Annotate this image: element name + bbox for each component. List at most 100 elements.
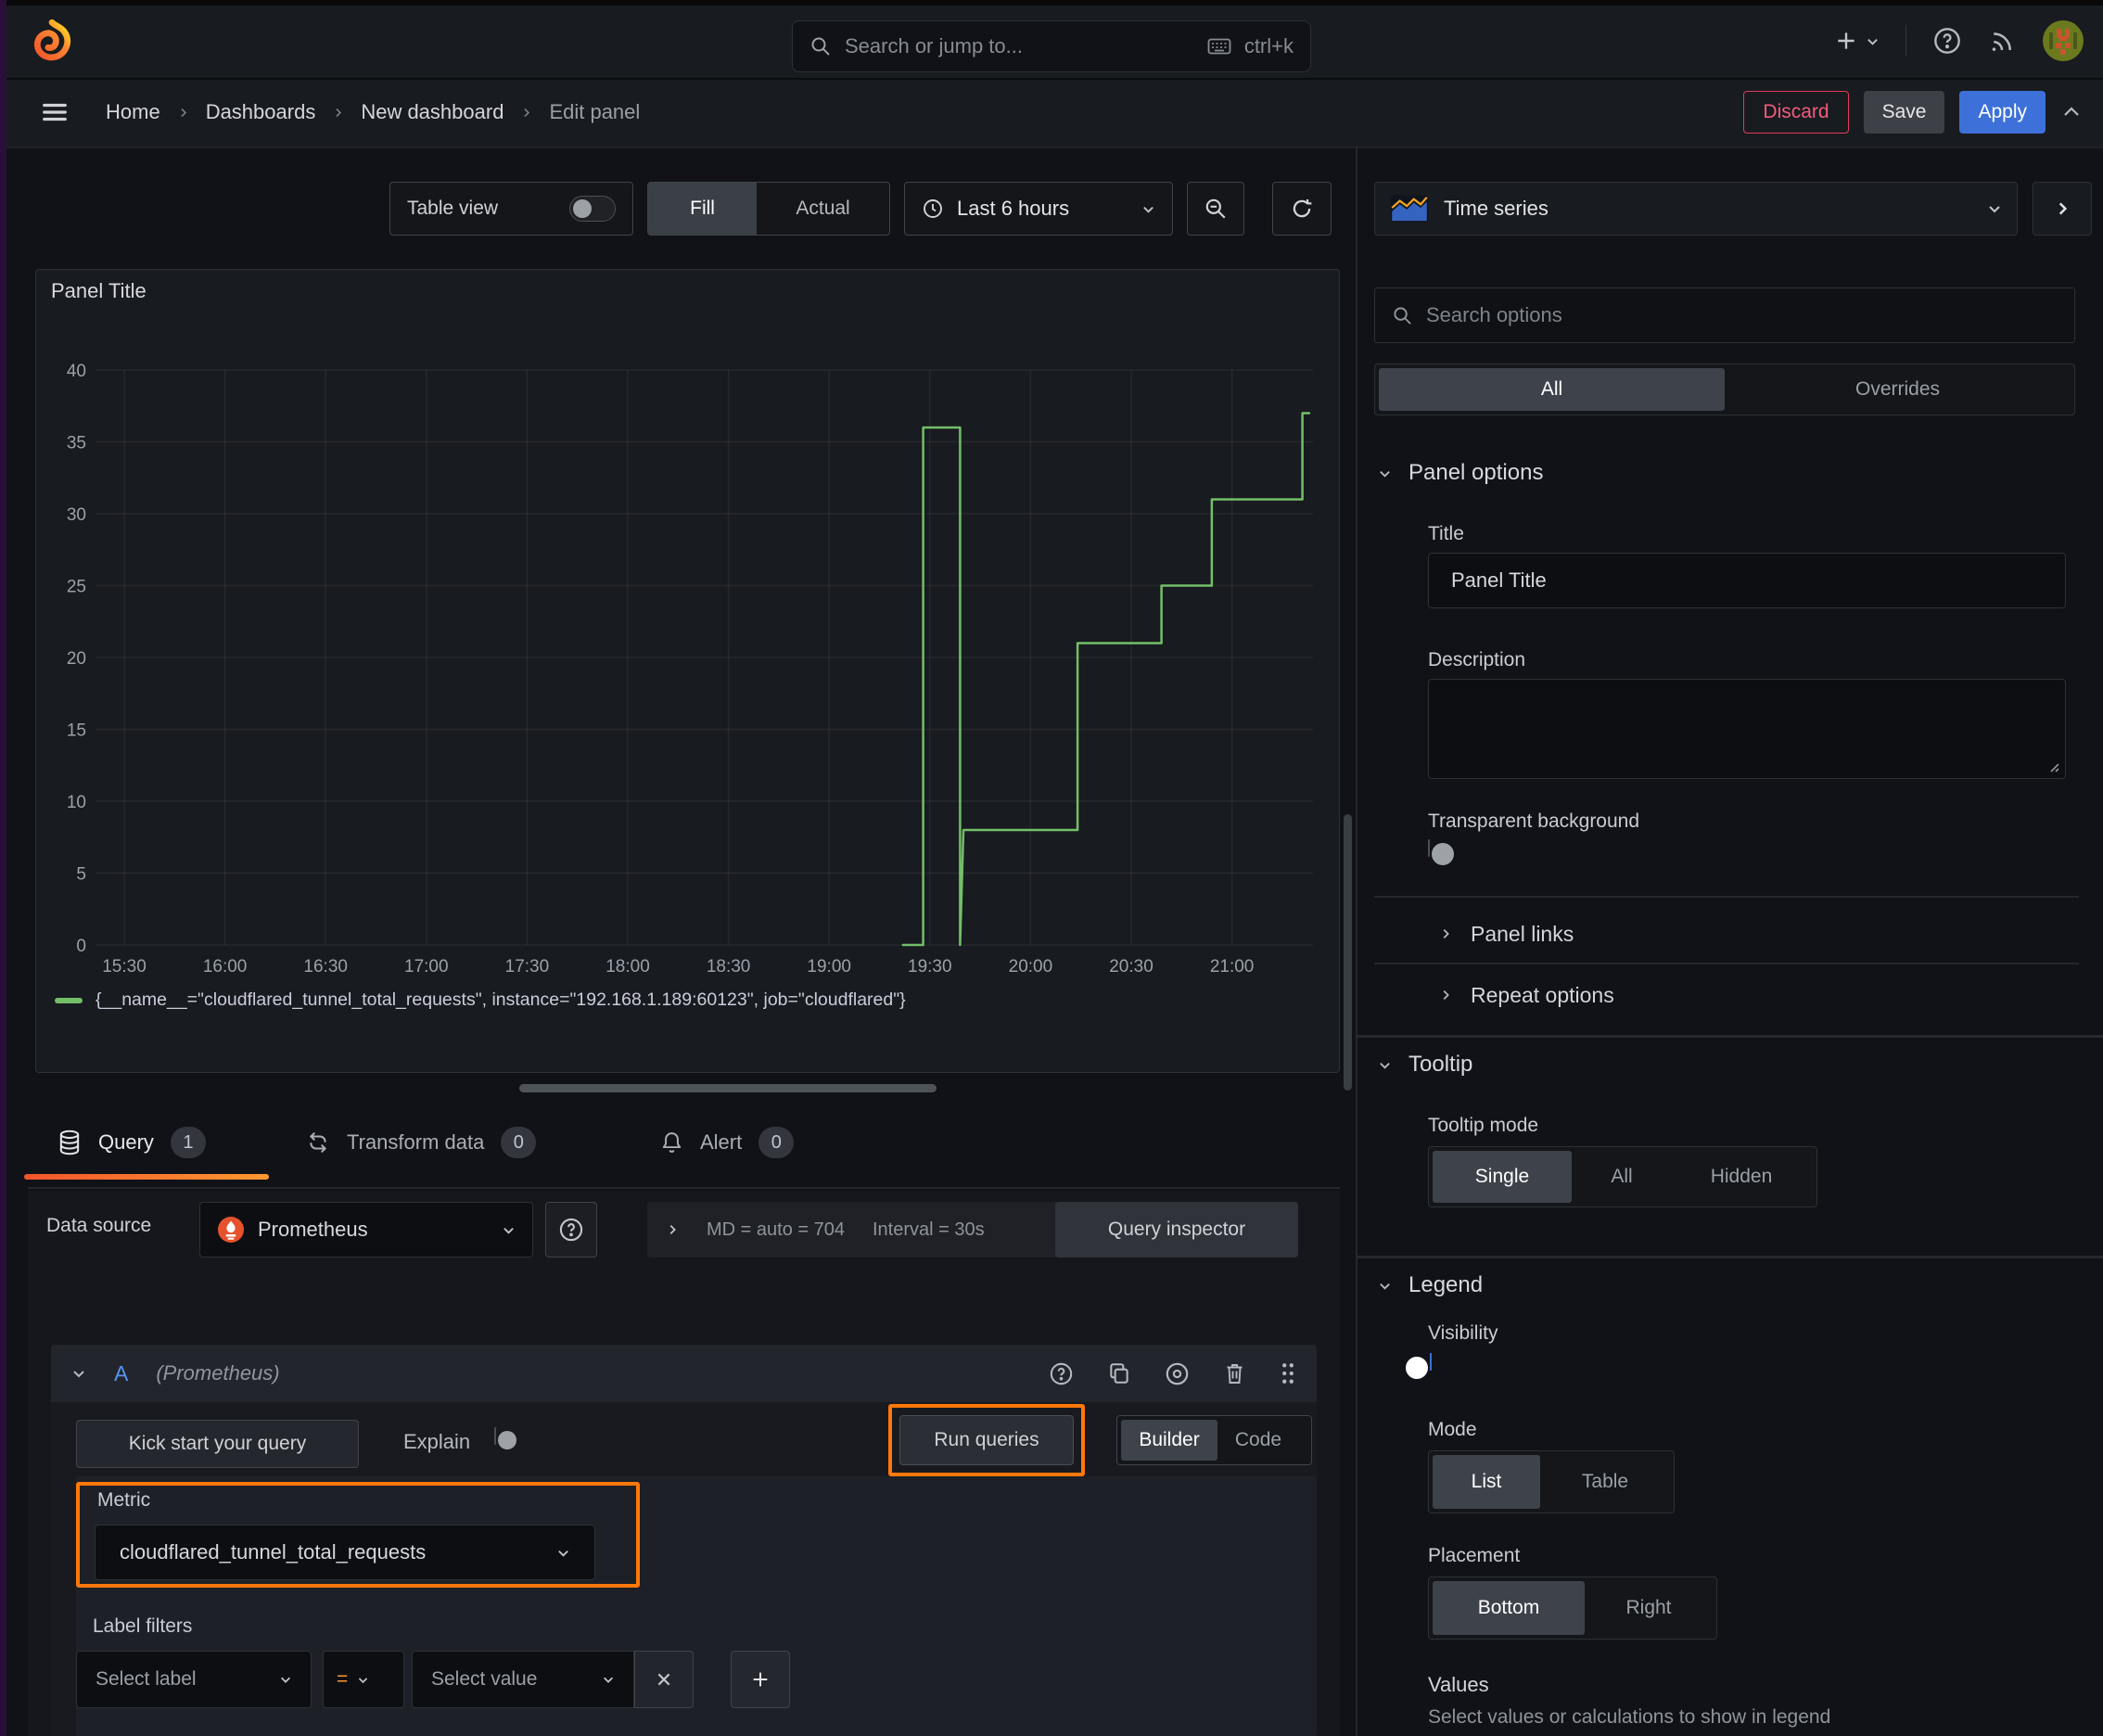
metric-label: Metric	[97, 1489, 151, 1511]
legend-mode-list[interactable]: List	[1433, 1455, 1540, 1509]
promql-builder: Metric cloudflared_tunnel_total_requests…	[76, 1476, 1317, 1736]
options-search-input[interactable]: Search options	[1374, 287, 2075, 343]
repeat-options-section[interactable]: Repeat options	[1439, 977, 1614, 1013]
table-view-toggle[interactable]	[569, 196, 616, 222]
grafana-logo-icon[interactable]	[28, 17, 74, 65]
search-icon	[809, 35, 832, 57]
run-queries-button[interactable]: Run queries	[899, 1415, 1074, 1465]
discard-button[interactable]: Discard	[1743, 91, 1849, 134]
legend-heading: Legend	[1408, 1272, 1484, 1297]
legend-placement-bottom[interactable]: Bottom	[1433, 1581, 1585, 1635]
select-value-dropdown[interactable]: Select value	[412, 1651, 634, 1708]
tab-transform-data[interactable]: Transform data 0	[306, 1120, 537, 1165]
chevron-down-icon	[1987, 201, 2002, 216]
query-ref-hint: (Prometheus)	[156, 1361, 280, 1385]
fill-option[interactable]: Fill	[648, 183, 758, 235]
datasource-picker[interactable]: Prometheus	[199, 1202, 533, 1257]
tooltip-mode-label: Tooltip mode	[1428, 1115, 1539, 1136]
news-rss-icon[interactable]	[1988, 27, 2016, 55]
metric-select[interactable]: cloudflared_tunnel_total_requests	[95, 1525, 595, 1580]
builder-option[interactable]: Builder	[1121, 1420, 1217, 1461]
chevron-down-icon[interactable]	[71, 1366, 86, 1381]
add-filter-button[interactable]	[731, 1651, 790, 1708]
collapse-chevron-up-icon[interactable]	[2060, 101, 2083, 123]
panel-options-header[interactable]: Panel options	[1378, 460, 1543, 486]
tooltip-mode-hidden[interactable]: Hidden	[1672, 1151, 1811, 1203]
kick-start-query-button[interactable]: Kick start your query	[76, 1420, 359, 1468]
transparent-background-toggle[interactable]	[1428, 839, 1454, 865]
svg-text:16:30: 16:30	[303, 957, 348, 976]
chevron-down-icon	[502, 1223, 516, 1237]
refresh-button[interactable]	[1272, 182, 1332, 236]
chart-legend[interactable]: {__name__="cloudflared_tunnel_total_requ…	[55, 989, 906, 1011]
plus-icon	[1834, 29, 1858, 53]
chevron-right-icon	[332, 107, 344, 119]
vertical-scrollbar[interactable]	[1344, 814, 1352, 1091]
legend-placement-label: Placement	[1428, 1545, 1521, 1566]
breadcrumb-dashboards[interactable]: Dashboards	[206, 100, 316, 124]
panel-title[interactable]: Panel Title	[51, 279, 147, 303]
breadcrumb-edit-panel: Edit panel	[549, 100, 641, 123]
operator-dropdown[interactable]: =	[323, 1651, 404, 1708]
svg-text:16:00: 16:00	[203, 957, 248, 976]
svg-text:18:00: 18:00	[605, 957, 650, 976]
help-icon[interactable]	[1049, 1361, 1074, 1386]
svg-text:17:00: 17:00	[404, 957, 449, 976]
title-input[interactable]: Panel Title	[1428, 553, 2066, 608]
search-placeholder: Search or jump to...	[845, 34, 1023, 57]
collapse-options-button[interactable]	[2033, 182, 2092, 236]
user-avatar[interactable]	[2042, 19, 2084, 62]
menu-hamburger-icon[interactable]	[41, 100, 69, 124]
tooltip-mode-switch: Single All Hidden	[1428, 1146, 1817, 1207]
time-range-picker[interactable]: Last 6 hours	[904, 182, 1173, 236]
svg-text:21:00: 21:00	[1210, 957, 1255, 976]
tooltip-mode-all[interactable]: All	[1572, 1151, 1672, 1203]
panel-resize-handle[interactable]	[519, 1084, 937, 1092]
active-tab-underline	[24, 1174, 269, 1180]
trash-icon[interactable]	[1223, 1361, 1246, 1385]
code-option[interactable]: Code	[1217, 1420, 1299, 1461]
refresh-icon	[1290, 197, 1314, 221]
tab-query-label: Query	[98, 1130, 154, 1154]
new-menu-button[interactable]	[1834, 29, 1880, 53]
svg-text:19:00: 19:00	[807, 957, 851, 976]
legend-visibility-toggle[interactable]	[1406, 1353, 1432, 1379]
legend-header[interactable]: Legend	[1378, 1272, 1483, 1298]
select-label-dropdown[interactable]: Select label	[76, 1651, 312, 1708]
tooltip-mode-single[interactable]: Single	[1433, 1151, 1572, 1203]
options-tab-all[interactable]: All	[1379, 368, 1725, 411]
options-tab-overrides[interactable]: Overrides	[1725, 368, 2071, 411]
legend-mode-table[interactable]: Table	[1540, 1455, 1670, 1509]
max-data-points-stat: MD = auto = 704	[707, 1219, 845, 1240]
breadcrumb-new-dashboard[interactable]: New dashboard	[361, 100, 503, 124]
drag-handle-icon[interactable]	[1280, 1361, 1296, 1385]
topbar-actions	[1834, 6, 2085, 76]
explain-toggle[interactable]	[494, 1427, 516, 1449]
tab-alert[interactable]: Alert 0	[660, 1120, 795, 1165]
window-edge-strip	[0, 0, 6, 1736]
eye-icon[interactable]	[1165, 1361, 1190, 1386]
legend-placement-right[interactable]: Right	[1585, 1581, 1713, 1635]
query-inspector-button[interactable]: Query inspector	[1055, 1202, 1298, 1257]
search-shortcut: ctrl+k	[1243, 34, 1294, 57]
tooltip-header[interactable]: Tooltip	[1378, 1052, 1472, 1078]
remove-filter-button[interactable]	[634, 1651, 694, 1708]
section-divider	[1356, 1256, 2103, 1258]
breadcrumb-home[interactable]: Home	[106, 100, 160, 124]
tab-query[interactable]: Query 1	[57, 1120, 206, 1165]
description-textarea[interactable]	[1428, 679, 2066, 779]
zoom-out-button[interactable]	[1187, 182, 1244, 236]
help-icon[interactable]	[1932, 26, 1962, 56]
save-button[interactable]: Save	[1863, 91, 1945, 134]
duplicate-icon[interactable]	[1107, 1361, 1131, 1385]
panel-options-heading: Panel options	[1408, 460, 1544, 485]
actual-option[interactable]: Actual	[757, 183, 889, 235]
table-view-label: Table view	[407, 198, 499, 219]
query-card-header[interactable]: A (Prometheus)	[51, 1345, 1317, 1402]
panel-links-section[interactable]: Panel links	[1439, 916, 1574, 951]
apply-button[interactable]: Apply	[1959, 91, 2046, 134]
global-search-input[interactable]: Search or jump to... ctrl+k	[792, 20, 1311, 72]
datasource-help-button[interactable]	[545, 1202, 597, 1257]
visualization-picker[interactable]: Time series	[1374, 182, 2018, 236]
tab-alert-count: 0	[758, 1127, 795, 1158]
